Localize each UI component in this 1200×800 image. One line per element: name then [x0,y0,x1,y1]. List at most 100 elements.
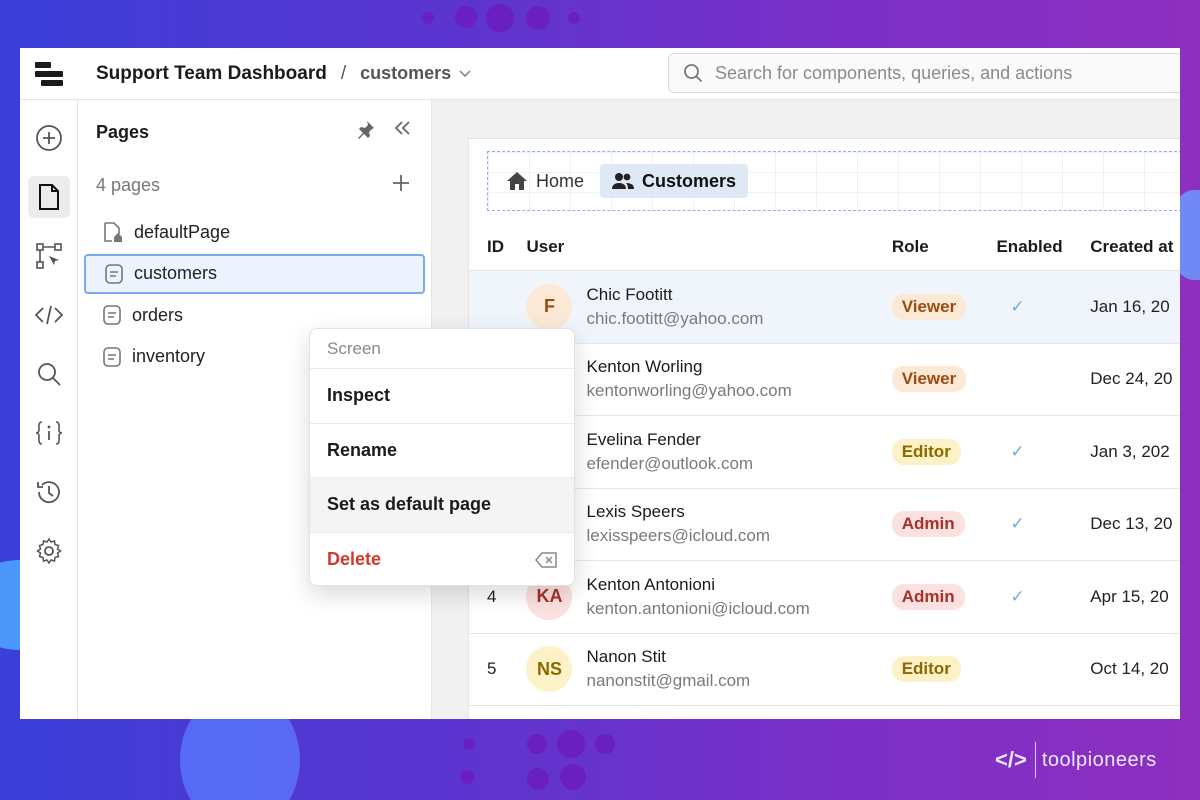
user-email: kentonworling@yahoo.com [586,381,792,401]
search-input[interactable]: Search for components, queries, and acti… [668,53,1180,93]
flow-cursor-icon [35,243,62,269]
cell-user: SLexis Speerslexisspeers@icloud.com [526,501,891,548]
cell-role: Admin [891,583,997,610]
add-page-button[interactable] [391,173,411,198]
user-name: Chic Footitt [586,284,673,304]
user-name: Kenton Antonioni [586,574,716,594]
top-bar: Support Team Dashboard / customers Searc… [20,48,1180,100]
settings-button[interactable] [28,530,70,572]
user-name: Evelina Fender [586,429,701,449]
cell-created: Apr 15, 20 [1090,586,1169,606]
column-header-enabled[interactable]: Enabled [996,237,1090,257]
plus-circle-icon [35,125,62,151]
search-icon [37,363,61,386]
history-button[interactable] [28,471,70,513]
cell-created: Oct 14, 20 [1090,659,1169,679]
cell-created: Dec 13, 20 [1090,514,1173,534]
plus-icon [393,175,409,191]
column-header-role[interactable]: Role [892,237,997,257]
user-email: lexisspeers@icloud.com [586,526,771,546]
pages-count: 4 pages [96,175,161,195]
cell-created: Dec 24, 20 [1090,369,1173,389]
breadcrumb-separator: / [340,62,347,84]
cell-role: Editor [891,438,997,465]
page-icon [102,346,122,368]
table-row[interactable]: 4 KA Kenton Antonioni kenton.antonioni@iclo… [469,561,1180,634]
navigation-tabs[interactable]: Home Customers [487,151,1180,211]
table-row[interactable]: WKenton Worlingkentonworling@yahoo.comVi… [469,344,1180,416]
file-icon [38,184,59,210]
page-icon [102,304,122,326]
workflow-button[interactable] [28,235,70,277]
role-badge: Editor [891,438,961,465]
tab-home[interactable]: Home [494,164,596,198]
home-icon [507,172,527,190]
cell-user: KA Kenton Antonioni kenton.antonioni@iclou… [526,573,891,620]
user-email: nanonstit@gmail.com [586,671,751,691]
cell-enabled: ✓ [1010,296,1025,316]
menu-item-label: Inspect [327,385,391,406]
page-icon [104,263,124,285]
code-icon [34,305,63,325]
user-name: Kenton Worling [586,357,703,377]
app-title[interactable]: Support Team Dashboard [96,63,327,85]
cell-user: F Chic Footitt chic.footitt@yahoo.com [526,283,891,330]
column-header-created[interactable]: Created at [1090,237,1180,257]
brand-name: toolpioneers [1041,748,1157,771]
user-email: efender@outlook.com [586,453,754,473]
pages-button[interactable] [27,176,70,218]
menu-item-inspect[interactable]: Inspect [310,369,574,424]
page-item-label: defaultPage [134,221,231,242]
code-button[interactable] [28,294,70,336]
search-icon [684,64,703,83]
role-badge: Editor [891,656,961,683]
home-page-icon [102,221,124,243]
page-item-defaultpage[interactable]: defaultPage [84,212,425,252]
search-placeholder: Search for components, queries, and acti… [715,62,1073,83]
chevron-down-icon[interactable] [459,66,471,81]
menu-item-label: Rename [327,439,398,460]
page-item-label: orders [132,304,184,325]
tab-label: Home [536,170,585,191]
role-badge: Admin [891,511,965,538]
cell-role: Viewer [891,293,997,320]
cell-id: 4 [487,586,497,606]
add-component-button[interactable] [28,117,70,159]
user-name: Nanon Stit [586,647,666,667]
page-context-menu: Screen Inspect Rename Set as default pag… [309,328,575,586]
menu-item-delete[interactable]: Delete [310,533,574,588]
cell-role: Editor [891,656,997,683]
logo-icon [35,61,63,86]
table-row[interactable]: 5 NS Nanon Stit nanonstit@gmail.com Editor Oc… [469,634,1180,706]
menu-heading: Screen [310,329,574,369]
menu-item-set-default[interactable]: Set as default page [310,478,574,533]
app-logo[interactable] [20,48,78,100]
variables-icon [35,421,62,445]
table-header: ID User Role Enabled Created at [469,223,1180,271]
left-rail [20,100,78,719]
tab-customers[interactable]: Customers [600,164,749,198]
cell-id: 5 [487,659,497,679]
cell-enabled: ✓ [1010,441,1025,461]
delete-key-icon [535,552,557,568]
page-item-customers[interactable]: customers [84,253,425,294]
pin-icon[interactable] [355,120,375,145]
page-item-label: customers [134,263,218,283]
role-badge: Viewer [891,293,967,320]
table-row[interactable]: SLexis Speerslexisspeers@icloud.comAdmin… [469,489,1180,561]
pages-title: Pages [96,122,150,142]
tab-label: Customers [642,170,737,191]
collapse-icon[interactable] [393,120,411,145]
gear-icon [35,537,62,565]
search-button[interactable] [28,353,70,395]
menu-item-label: Delete [327,549,382,570]
table-row[interactable]: FEvelina Fenderefender@outlook.comEditor… [469,416,1180,489]
page-switcher[interactable]: customers [360,63,451,84]
column-header-id[interactable]: ID [469,237,527,257]
table-row[interactable]: F Chic Footitt chic.footitt@yahoo.com Viewe… [469,271,1180,344]
cell-enabled: ✓ [1010,514,1025,534]
state-button[interactable] [28,412,70,454]
column-header-user[interactable]: User [527,237,892,257]
menu-item-label: Set as default page [327,494,492,515]
menu-item-rename[interactable]: Rename [310,424,574,478]
